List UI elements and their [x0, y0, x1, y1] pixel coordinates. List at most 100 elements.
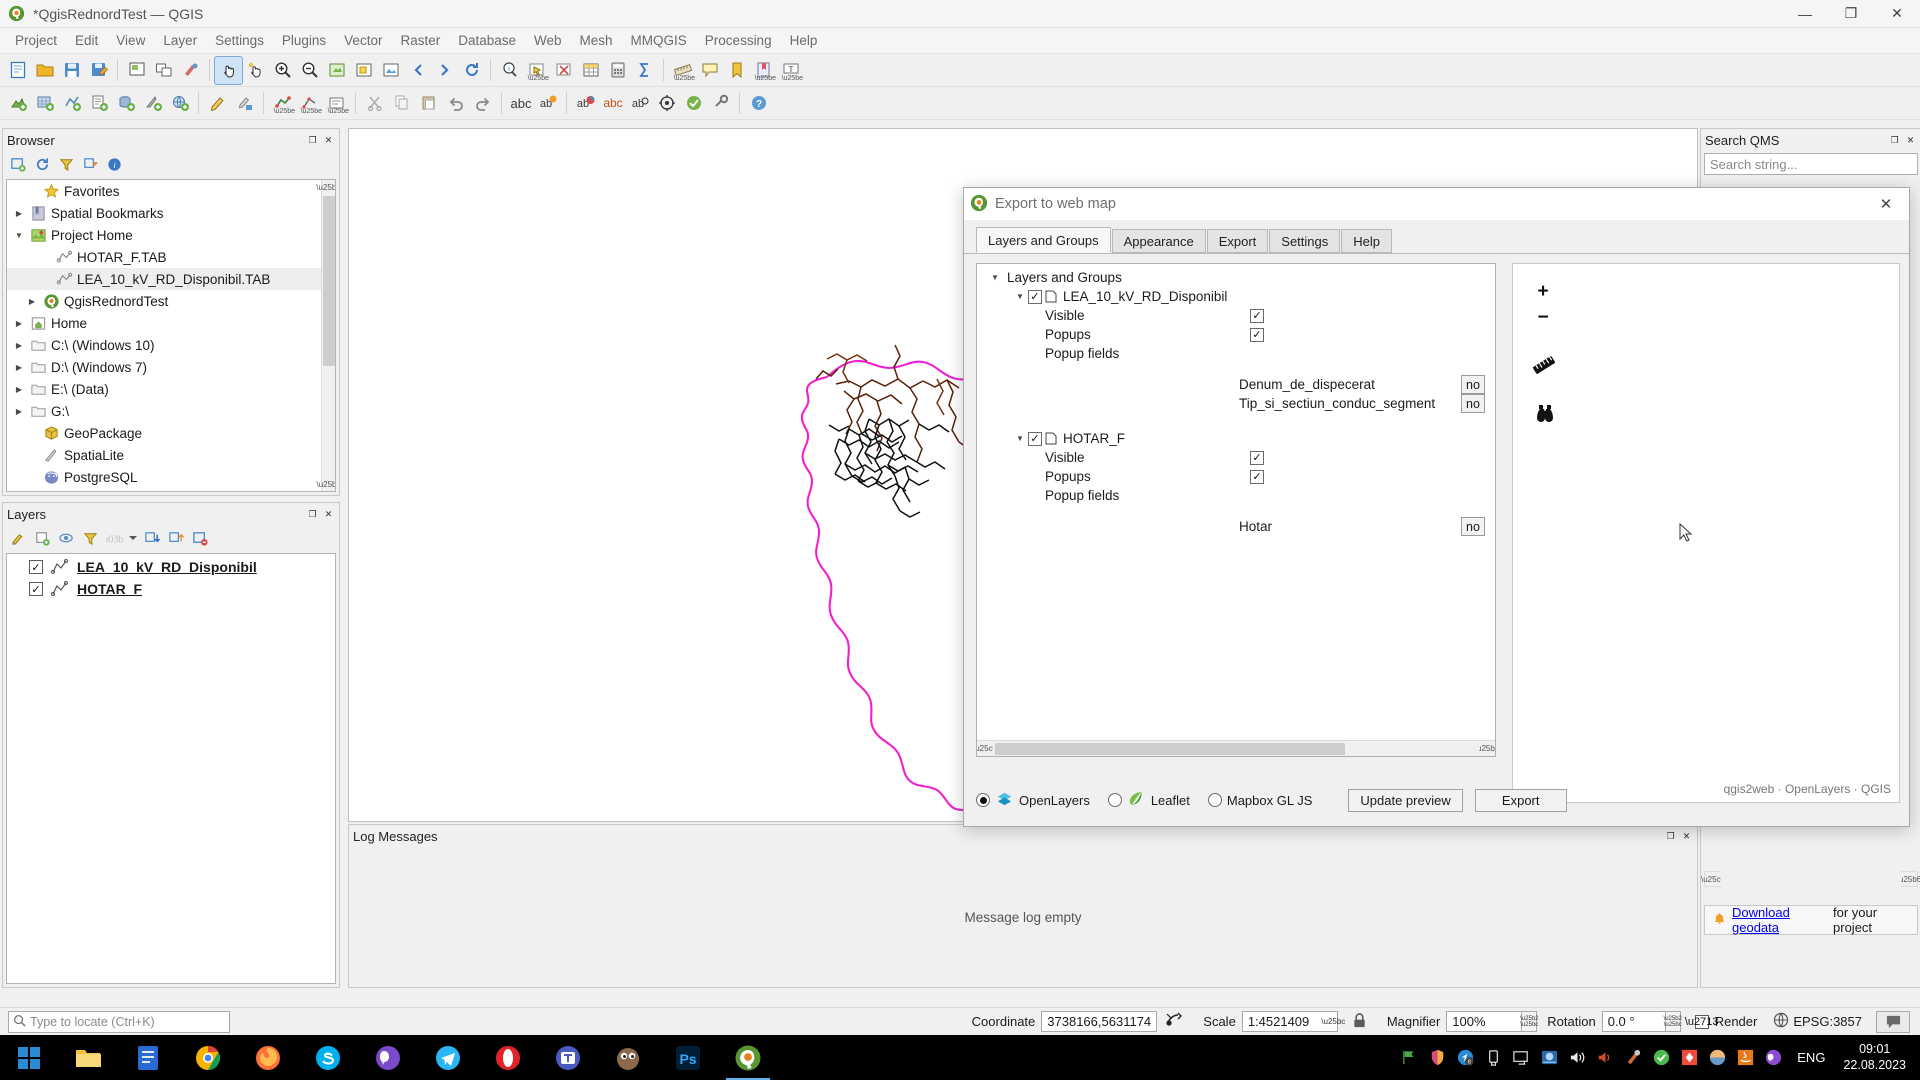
- browser-tree-item[interactable]: ▶G:\: [7, 400, 321, 422]
- collapse-all-icon[interactable]: [79, 153, 101, 175]
- qms-search-input[interactable]: Search string...: [1704, 153, 1918, 175]
- scroll-up-arrow[interactable]: \u25b2: [322, 180, 335, 194]
- help-icon[interactable]: ?: [745, 90, 772, 117]
- taskbar-teams[interactable]: [538, 1035, 598, 1080]
- tree-expander[interactable]: ▶: [24, 297, 40, 306]
- new-project-icon[interactable]: [4, 57, 31, 84]
- add-raster-layer-icon[interactable]: [31, 90, 58, 117]
- filter-browser-icon[interactable]: [55, 153, 77, 175]
- tree-expander[interactable]: ▼: [1012, 292, 1028, 301]
- zoom-out-icon[interactable]: [296, 57, 323, 84]
- tab-export[interactable]: Export: [1207, 229, 1269, 253]
- pan-map-icon[interactable]: [215, 57, 242, 84]
- zoom-in-icon[interactable]: [269, 57, 296, 84]
- visible-checkbox[interactable]: ✓: [1250, 309, 1264, 323]
- open-attribute-table-icon[interactable]: [577, 57, 604, 84]
- zoom-to-layer-icon[interactable]: [377, 57, 404, 84]
- magnifier-stepper[interactable]: \u25b2\u25bc: [1522, 1011, 1537, 1032]
- locator-search-bar[interactable]: Type to locate (Ctrl+K): [8, 1011, 230, 1033]
- scale-combo[interactable]: 1:4521409 \u25bc: [1242, 1011, 1338, 1032]
- processing-toolbox-icon[interactable]: [707, 90, 734, 117]
- tab-layers-and-groups[interactable]: Layers and Groups: [976, 227, 1111, 253]
- menu-item-help[interactable]: Help: [781, 30, 827, 51]
- browser-tree[interactable]: Favorites▶Spatial Bookmarks▼Project Home…: [6, 179, 336, 492]
- osm-icon[interactable]: [680, 90, 707, 117]
- menu-item-database[interactable]: Database: [449, 30, 525, 51]
- binoculars-icon[interactable]: [1533, 402, 1557, 429]
- add-delimited-text-icon[interactable]: [85, 90, 112, 117]
- tree-expander[interactable]: ▶: [11, 407, 27, 416]
- framework-radio[interactable]: [976, 793, 990, 807]
- qms-horizontal-scrollbar[interactable]: \u25c0 \u25b6: [1704, 871, 1918, 887]
- remove-layer-icon[interactable]: [189, 527, 211, 549]
- chevron-down-icon[interactable]: [127, 527, 139, 549]
- layer-enabled-checkbox[interactable]: ✓: [1028, 290, 1042, 304]
- render-toggle[interactable]: \u2713 Render: [1695, 1014, 1758, 1029]
- qms-scroll-left-arrow[interactable]: \u25c0: [1705, 871, 1721, 887]
- ccleaner-icon[interactable]: [1619, 1035, 1647, 1080]
- preview-zoom-in-button[interactable]: +: [1531, 280, 1555, 304]
- browser-tree-item[interactable]: ▶E:\ (Data): [7, 378, 321, 400]
- digitize-toggle-icon[interactable]: [204, 90, 231, 117]
- layer-list-item[interactable]: ✓HOTAR_F: [7, 578, 335, 600]
- log-close-button[interactable]: ✕: [1680, 830, 1693, 843]
- tab-appearance[interactable]: Appearance: [1112, 229, 1206, 253]
- menu-item-raster[interactable]: Raster: [391, 30, 449, 51]
- taskbar-pdf-app[interactable]: [118, 1035, 178, 1080]
- browser-tree-item[interactable]: GeoPackage: [7, 422, 321, 444]
- qms-float-button[interactable]: ❐: [1888, 134, 1901, 147]
- display-icon[interactable]: [1507, 1035, 1535, 1080]
- layers-float-button[interactable]: ❐: [306, 508, 319, 521]
- menu-item-view[interactable]: View: [107, 30, 154, 51]
- layers-and-groups-tree[interactable]: ▼Layers and Groups▼✓LEA_10_kV_RD_Disponi…: [976, 263, 1496, 757]
- browser-close-button[interactable]: ✕: [322, 134, 335, 147]
- new-print-layout-icon[interactable]: [123, 57, 150, 84]
- browser-tree-item[interactable]: ▼Project Home: [7, 224, 321, 246]
- digitize-save-icon[interactable]: [231, 90, 258, 117]
- tree-expander[interactable]: ▶: [11, 319, 27, 328]
- tree-scroll-right-arrow[interactable]: \u25b6: [1479, 741, 1495, 757]
- layer-visibility-checkbox[interactable]: ✓: [29, 560, 43, 574]
- manage-visibility-icon[interactable]: [55, 527, 77, 549]
- download-geodata-bar[interactable]: Download geodata for your project: [1704, 905, 1918, 935]
- layer-enabled-checkbox[interactable]: ✓: [1028, 432, 1042, 446]
- magnifier-field[interactable]: 100%: [1446, 1011, 1522, 1032]
- dialog-close-button[interactable]: ✕: [1869, 190, 1903, 218]
- render-checkbox[interactable]: \u2713: [1695, 1015, 1709, 1029]
- browser-tree-item[interactable]: ▶Spatial Bookmarks: [7, 202, 321, 224]
- java-icon[interactable]: [1731, 1035, 1759, 1080]
- tree-scroll-track[interactable]: [993, 741, 1479, 757]
- maximize-button[interactable]: ❐: [1828, 0, 1874, 28]
- label-icon[interactable]: abc: [507, 90, 534, 117]
- taskbar-opera[interactable]: [478, 1035, 538, 1080]
- style-manager-icon[interactable]: [177, 57, 204, 84]
- taskbar-file-explorer[interactable]: [58, 1035, 118, 1080]
- taskbar-telegram[interactable]: [418, 1035, 478, 1080]
- dialog-setting-row[interactable]: Popups✓: [977, 467, 1495, 486]
- clock[interactable]: 09:01 22.08.2023: [1835, 1042, 1914, 1073]
- save-project-icon[interactable]: [58, 57, 85, 84]
- dialog-tree-root[interactable]: ▼Layers and Groups: [977, 268, 1495, 287]
- taskbar-skype[interactable]: [298, 1035, 358, 1080]
- tree-expander[interactable]: ▶: [11, 341, 27, 350]
- preview-zoom-out-button[interactable]: −: [1531, 306, 1555, 330]
- tree-expander[interactable]: ▶: [11, 209, 27, 218]
- framework-option-openlayers[interactable]: OpenLayers: [976, 789, 1090, 811]
- menu-item-settings[interactable]: Settings: [206, 30, 273, 51]
- dialog-setting-row[interactable]: Popup fields: [977, 486, 1495, 505]
- copy-features-icon[interactable]: [388, 90, 415, 117]
- download-geodata-link[interactable]: Download geodata: [1732, 905, 1827, 935]
- browser-tree-item[interactable]: HOTAR_F.TAB: [7, 246, 321, 268]
- language-indicator[interactable]: ENG: [1787, 1050, 1835, 1065]
- menu-item-edit[interactable]: Edit: [66, 30, 107, 51]
- redo-icon[interactable]: [469, 90, 496, 117]
- minimize-button[interactable]: —: [1782, 0, 1828, 28]
- modify-attributes-icon[interactable]: \u25be: [323, 90, 350, 117]
- show-map-tips-icon[interactable]: [696, 57, 723, 84]
- rotation-field[interactable]: 0.0 °: [1602, 1011, 1666, 1032]
- vertex-tool-icon[interactable]: \u25be: [296, 90, 323, 117]
- cut-features-icon[interactable]: [361, 90, 388, 117]
- diagram-icon[interactable]: ab: [572, 90, 599, 117]
- field-calculator-icon[interactable]: [604, 57, 631, 84]
- updates-8-icon[interactable]: 8: [1451, 1035, 1479, 1080]
